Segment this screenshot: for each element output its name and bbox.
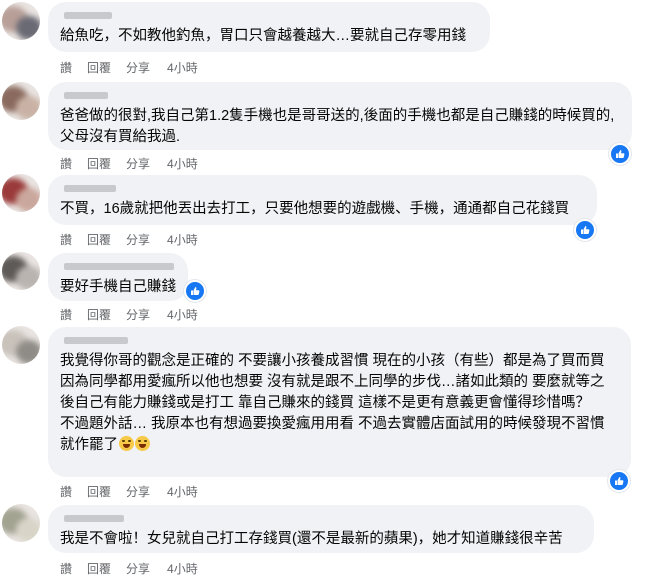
avatar[interactable]: [2, 326, 40, 364]
thumbs-up-icon[interactable]: [609, 143, 631, 165]
author-name-redacted[interactable]: [60, 260, 176, 274]
reply-link[interactable]: 回覆: [87, 155, 111, 172]
comment-bubble: 我覺得你哥的觀念是正確的 不要讓小孩養成習慣 現在的小孩（有些）都是為了買而買 …: [48, 327, 631, 477]
share-link[interactable]: 分享: [126, 560, 150, 577]
share-link[interactable]: 分享: [126, 231, 150, 248]
like-link[interactable]: 讚: [60, 560, 72, 577]
timestamp[interactable]: 4小時: [167, 59, 198, 76]
timestamp[interactable]: 4小時: [167, 155, 198, 172]
comment-bubble: 不買，16歲就把他丟出去打工，只要他想要的遊戲機、手機，通通都自己花錢買: [48, 175, 597, 225]
reply-link[interactable]: 回覆: [87, 306, 111, 323]
comment-text: 爸爸做的很對,我自己第1.2隻手機也是哥哥送的,後面的手機也都是自己賺錢的時候買…: [60, 108, 615, 145]
author-name-redacted[interactable]: [60, 9, 478, 23]
comment-bubble: 爸爸做的很對,我自己第1.2隻手機也是哥哥送的,後面的手機也都是自己賺錢的時候買…: [48, 82, 632, 150]
comment-text: 我是不會啦！女兒就自己打工存錢買(還不是最新的蘋果)，她才知道賺錢很辛苦: [60, 531, 563, 547]
comment-actions: 讚 回覆 分享 4小時: [60, 560, 213, 577]
thumbs-up-icon[interactable]: [608, 470, 630, 492]
reply-link[interactable]: 回覆: [87, 560, 111, 577]
author-name-redacted[interactable]: [60, 512, 582, 526]
like-link[interactable]: 讚: [60, 155, 72, 172]
reply-link[interactable]: 回覆: [87, 59, 111, 76]
comment-text: 要好手機自己賺錢: [60, 279, 176, 295]
timestamp[interactable]: 4小時: [167, 231, 198, 248]
timestamp[interactable]: 4小時: [167, 560, 198, 577]
author-name-redacted[interactable]: [60, 334, 619, 348]
avatar[interactable]: [2, 252, 40, 290]
comment-bubble: 要好手機自己賺錢: [48, 253, 188, 301]
comment-actions: 讚 回覆 分享 4小時: [60, 306, 213, 323]
comment-actions: 讚 回覆 分享 4小時: [60, 231, 213, 248]
comment-text: 給魚吃，不如教他釣魚，胃口只會越養越大…要就自己存零用錢: [60, 28, 466, 44]
avatar[interactable]: [2, 504, 40, 542]
like-link[interactable]: 讚: [60, 231, 72, 248]
comment-bubble: 我是不會啦！女兒就自己打工存錢買(還不是最新的蘋果)，她才知道賺錢很辛苦: [48, 505, 594, 553]
reply-link[interactable]: 回覆: [87, 231, 111, 248]
share-link[interactable]: 分享: [126, 306, 150, 323]
like-link[interactable]: 讚: [60, 306, 72, 323]
timestamp[interactable]: 4小時: [167, 483, 198, 500]
author-name-redacted[interactable]: [60, 89, 620, 103]
grinning-tears-emoji-icon: [135, 436, 150, 451]
comment-text: 我覺得你哥的觀念是正確的 不要讓小孩養成習慣 現在的小孩（有些）都是為了買而買 …: [60, 353, 609, 411]
grinning-tears-emoji-icon: [119, 436, 134, 451]
thumbs-up-icon[interactable]: [184, 280, 206, 302]
like-link[interactable]: 讚: [60, 59, 72, 76]
share-link[interactable]: 分享: [126, 59, 150, 76]
avatar[interactable]: [2, 82, 40, 120]
share-link[interactable]: 分享: [126, 155, 150, 172]
comment-actions: 讚 回覆 分享 4小時: [60, 59, 213, 76]
thumbs-up-icon[interactable]: [574, 219, 596, 241]
avatar[interactable]: [2, 2, 40, 40]
comment-actions: 讚 回覆 分享 4小時: [60, 155, 213, 172]
reply-link[interactable]: 回覆: [87, 483, 111, 500]
timestamp[interactable]: 4小時: [167, 306, 198, 323]
comment-actions: 讚 回覆 分享 4小時: [60, 483, 213, 500]
comment-text: 不買，16歲就把他丟出去打工，只要他想要的遊戲機、手機，通通都自己花錢買: [60, 201, 570, 217]
comment-bubble: 給魚吃，不如教他釣魚，胃口只會越養越大…要就自己存零用錢: [48, 2, 490, 52]
avatar[interactable]: [2, 174, 40, 212]
share-link[interactable]: 分享: [126, 483, 150, 500]
author-name-redacted[interactable]: [60, 182, 585, 196]
like-link[interactable]: 讚: [60, 483, 72, 500]
